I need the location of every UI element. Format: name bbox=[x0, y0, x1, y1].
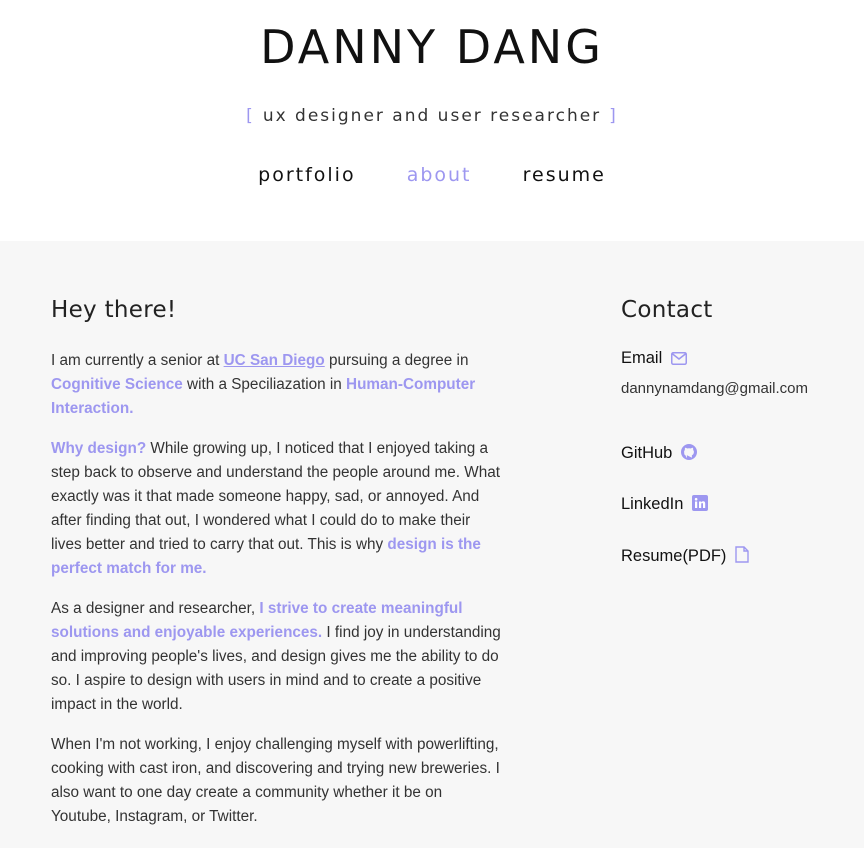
about-section: Hey there! I am currently a senior at UC… bbox=[51, 297, 501, 845]
tagline-open-bracket: [ bbox=[246, 106, 255, 126]
nav-portfolio[interactable]: portfolio bbox=[258, 164, 355, 186]
contact-email[interactable]: Email bbox=[621, 349, 841, 370]
main-content: Hey there! I am currently a senior at UC… bbox=[0, 241, 864, 848]
tagline-text: ux designer and user researcher bbox=[262, 106, 602, 126]
about-heading: Hey there! bbox=[51, 297, 177, 323]
about-paragraph-4: When I'm not working, I enjoy challengin… bbox=[51, 736, 500, 825]
tagline: [ ux designer and user researcher] bbox=[0, 106, 864, 126]
about-paragraph-3: As a designer and researcher, I strive t… bbox=[51, 597, 501, 717]
resume-label: Resume(PDF) bbox=[621, 547, 727, 565]
contact-linkedin[interactable]: LinkedIn bbox=[621, 495, 841, 516]
ucsd-link[interactable]: UC San Diego bbox=[224, 352, 325, 369]
about-paragraph-2: Why design? While growing up, I noticed … bbox=[51, 437, 501, 581]
email-label: Email bbox=[621, 349, 663, 367]
linkedin-label: LinkedIn bbox=[621, 495, 684, 513]
p3-text-a: As a designer and researcher, bbox=[51, 600, 260, 617]
main-nav: portfolio about resume bbox=[0, 164, 864, 186]
envelope-icon[interactable] bbox=[670, 351, 687, 370]
site-title: DANNY DANG bbox=[260, 20, 604, 74]
nav-resume[interactable]: resume bbox=[523, 164, 606, 186]
site-header: DANNY DANG [ ux designer and user researc… bbox=[0, 0, 864, 241]
github-icon[interactable] bbox=[680, 444, 697, 465]
nav-about[interactable]: about bbox=[407, 164, 472, 186]
contact-section: Contact Email dannynamdang@gmail.com Git… bbox=[621, 297, 841, 568]
tagline-close-bracket: ] bbox=[609, 106, 618, 126]
cogsci-highlight: Cognitive Science bbox=[51, 376, 183, 393]
email-address: dannynamdang@gmail.com bbox=[621, 380, 808, 397]
p1-text-a: I am currently a senior at bbox=[51, 352, 224, 369]
file-icon[interactable] bbox=[735, 546, 749, 568]
why-design-highlight: Why design? bbox=[51, 440, 147, 457]
contact-resume[interactable]: Resume(PDF) bbox=[621, 546, 841, 568]
p1-text-c: pursuing a degree in bbox=[324, 352, 469, 369]
p1-text-e: with a Speciliazation in bbox=[182, 376, 347, 393]
contact-heading: Contact bbox=[621, 297, 713, 323]
about-paragraph-1: I am currently a senior at UC San Diego … bbox=[51, 349, 501, 421]
github-label: GitHub bbox=[621, 444, 673, 462]
contact-github[interactable]: GitHub bbox=[621, 444, 841, 465]
linkedin-icon[interactable] bbox=[691, 495, 708, 516]
